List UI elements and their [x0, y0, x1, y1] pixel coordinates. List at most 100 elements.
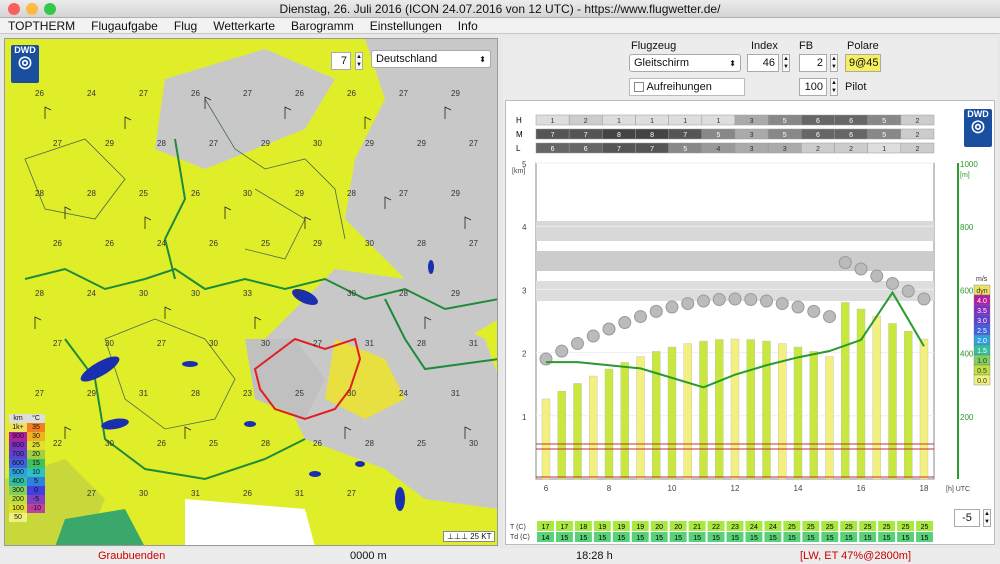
menu-flugaufgabe[interactable]: Flugaufgabe — [83, 18, 166, 33]
close-icon[interactable] — [8, 3, 20, 15]
t-value: 24 — [750, 524, 758, 531]
temp-label: 27 — [35, 389, 44, 398]
menu-einstellungen[interactable]: Einstellungen — [362, 18, 450, 33]
window-controls[interactable] — [8, 3, 56, 15]
cloud-cell-value: 1 — [617, 118, 621, 125]
temp-label: 30 — [105, 339, 114, 348]
cloud-cell-value: 7 — [551, 132, 555, 139]
temp-label: 27 — [399, 189, 408, 198]
hour-stepper-icon[interactable]: ▲ ▼ — [355, 52, 363, 70]
zoom-icon[interactable] — [44, 3, 56, 15]
temp-label: 27 — [243, 89, 252, 98]
flugzeug-select[interactable]: Gleitschirm ⬍ — [629, 54, 741, 72]
temp-label: 27 — [53, 339, 62, 348]
temp-label: 30 — [105, 439, 114, 448]
cloud-cell-value: 7 — [584, 132, 588, 139]
legend-km-item: 900 — [9, 432, 27, 441]
flugzeug-label: Flugzeug — [631, 40, 677, 52]
legend-c-item: 10 — [27, 468, 45, 477]
temp-label: 28 — [35, 189, 44, 198]
status-time: 18:28 h — [576, 550, 613, 562]
climb-bar — [589, 375, 598, 480]
hour-field[interactable]: 7 — [331, 52, 351, 70]
menu-bar: TOPTHERM Flugaufgabe Flug Wetterkarte Ba… — [0, 18, 1000, 34]
index-stepper-icon[interactable]: ▲ ▼ — [782, 54, 790, 72]
climb-bar — [652, 351, 661, 480]
temp-label: 31 — [191, 489, 200, 498]
colorbar-tick: 2.5 — [977, 328, 987, 335]
cloud-cell-value: 1 — [683, 118, 687, 125]
offset-stepper-icon[interactable]: ▲ ▼ — [983, 509, 991, 527]
cloud-column — [838, 255, 852, 269]
legend-c-item: 0 — [27, 486, 45, 495]
aufreihungen-label: Aufreihungen — [646, 81, 712, 93]
temp-label: 33 — [243, 289, 252, 298]
td-value: 15 — [617, 535, 625, 542]
weather-map[interactable]: 26 24 27 26 27 26 26 27 29 27 29 28 27 29 30 29 29 27 28 28… — [4, 38, 498, 546]
offset-field[interactable]: -5 — [954, 509, 980, 527]
t-value: 25 — [845, 524, 853, 531]
cloud-cell-value: 5 — [882, 132, 886, 139]
temp-label: 25 — [139, 189, 148, 198]
temp-label: 28 — [347, 189, 356, 198]
minimize-icon[interactable] — [26, 3, 38, 15]
temp-label: 28 — [261, 439, 270, 448]
cloud-cell-value: 6 — [849, 132, 853, 139]
temp-label: 29 — [365, 139, 374, 148]
t-value: 25 — [883, 524, 891, 531]
cloud-column — [917, 292, 931, 306]
climb-bar — [715, 339, 724, 480]
climb-bar — [667, 346, 677, 480]
temp-label: 25 — [417, 439, 426, 448]
fb-field[interactable]: 2 — [799, 54, 827, 72]
menu-wetterkarte[interactable]: Wetterkarte — [205, 18, 283, 33]
menu-flug[interactable]: Flug — [166, 18, 205, 33]
td-value: 15 — [655, 535, 663, 542]
temp-label: 30 — [347, 389, 356, 398]
wind-barb-icon: ⊥⊥⊥ — [447, 532, 471, 541]
chevron-down-icon: ⬍ — [479, 55, 486, 64]
menu-barogramm[interactable]: Barogramm — [283, 18, 362, 33]
td-value: 15 — [921, 535, 929, 542]
cloud-cell-value: 2 — [915, 132, 919, 139]
cloud-cell-value: 5 — [783, 132, 787, 139]
temp-label: 31 — [139, 389, 148, 398]
temp-label: 22 — [53, 439, 62, 448]
cloud-cell-value: 7 — [650, 146, 654, 153]
cloud-column — [901, 284, 915, 298]
temp-label: 28 — [399, 289, 408, 298]
legend-km-item: 1k+ — [9, 423, 27, 432]
cloud-row-label: M — [516, 130, 523, 139]
region-select-value: Deutschland — [376, 53, 438, 65]
temp-label: 28 — [87, 189, 96, 198]
pilot-stepper-icon[interactable]: ▲ ▼ — [830, 78, 838, 96]
cloud-cell-value: 2 — [584, 118, 588, 125]
index-field[interactable]: 46 — [747, 54, 779, 72]
legend-c-item: 20 — [27, 450, 45, 459]
td-value: 15 — [750, 535, 758, 542]
thermal-forecast-chart[interactable]: H121111356652M778875356652L6677543322125… — [505, 100, 995, 545]
t-row-label: T (C) — [510, 524, 526, 531]
temp-label: 30 — [347, 289, 356, 298]
polare-field[interactable]: 9@45 — [845, 54, 881, 72]
temp-label: 27 — [313, 339, 322, 348]
t-value: 23 — [731, 524, 739, 531]
temp-label: 30 — [209, 339, 218, 348]
region-select[interactable]: Deutschland ⬍ — [371, 50, 491, 68]
x-tick: 18 — [920, 484, 929, 493]
td-value: 15 — [712, 535, 720, 542]
cloud-cell-value: 5 — [783, 118, 787, 125]
y-right-tick: 400 — [960, 350, 974, 359]
temp-label: 29 — [417, 139, 426, 148]
aufreihungen-checkbox[interactable]: Aufreihungen — [629, 78, 745, 96]
pilot-field[interactable]: 100 — [799, 78, 827, 96]
t-value: 19 — [636, 524, 644, 531]
menu-toptherm[interactable]: TOPTHERM — [0, 18, 83, 33]
climb-bar — [620, 362, 629, 480]
temp-label: 29 — [451, 289, 460, 298]
t-value: 17 — [561, 524, 569, 531]
fb-stepper-icon[interactable]: ▲ ▼ — [830, 54, 838, 72]
td-value: 15 — [561, 535, 569, 542]
menu-info[interactable]: Info — [450, 18, 486, 33]
cloud-cell-value: 3 — [783, 146, 787, 153]
